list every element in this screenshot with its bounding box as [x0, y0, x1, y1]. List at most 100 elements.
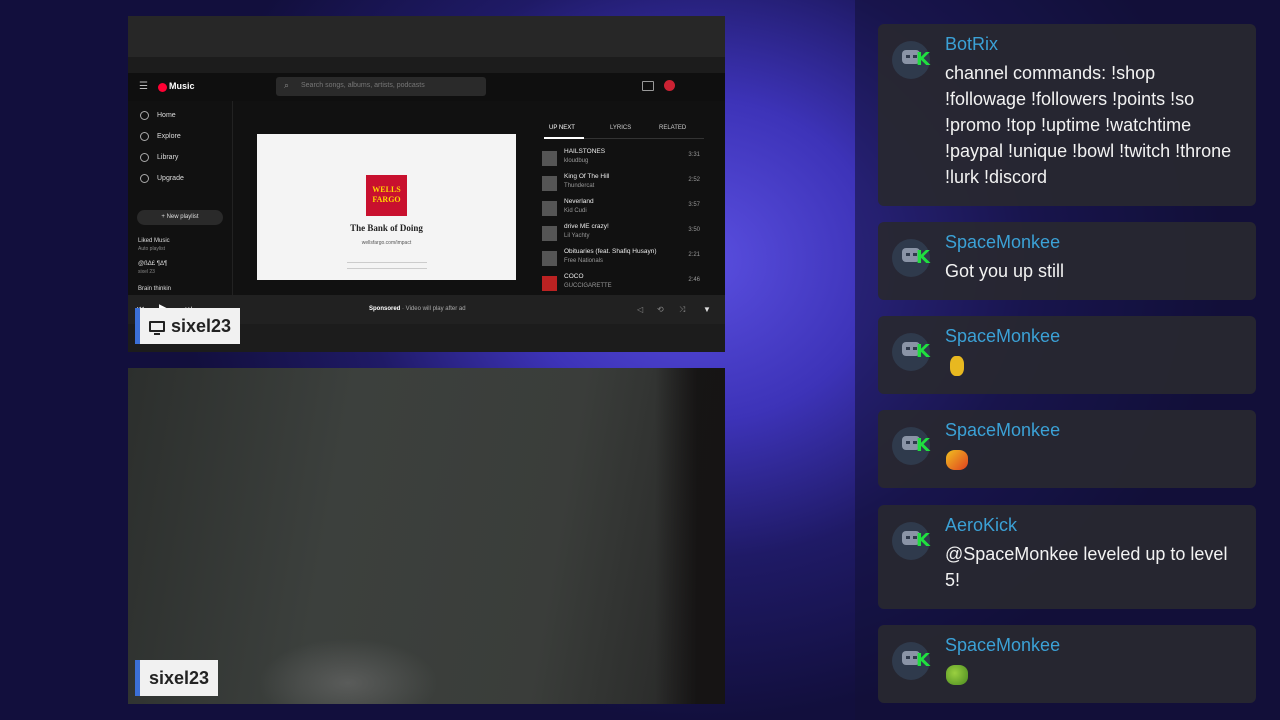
screen-share-panel: ☰ Music ⌕ Search songs, albums, artists,…	[128, 16, 725, 352]
volume-icon[interactable]: ◁	[637, 305, 643, 314]
robot-eye	[906, 536, 910, 539]
tab-up-next[interactable]: UP NEXT	[549, 125, 575, 131]
nav-label: Upgrade	[157, 174, 184, 182]
music-logo-icon	[158, 83, 167, 92]
nav-item-library[interactable]: Library	[140, 150, 178, 164]
new-playlist-button[interactable]: + New playlist	[137, 210, 223, 225]
track-duration: 3:57	[688, 202, 700, 208]
track-title: HAILSTONES	[564, 148, 606, 155]
screen-name-tag: sixel23	[135, 308, 241, 344]
camera-name-tag: sixel23	[135, 660, 219, 696]
nav-label: Explore	[157, 132, 181, 140]
status-text: · Video will play after ad	[400, 306, 466, 312]
screen-name-label: sixel23	[171, 315, 232, 336]
robot-eye	[906, 55, 910, 58]
kick-badge-icon: K	[916, 49, 930, 70]
camera-shadow	[655, 368, 725, 704]
nav-item-upgrade[interactable]: Upgrade	[140, 171, 184, 185]
robot-eye	[906, 253, 910, 256]
kick-badge-icon: K	[916, 435, 930, 456]
chat-username[interactable]: BotRix	[945, 34, 998, 55]
chevron-down-icon[interactable]: ▼	[703, 305, 711, 314]
track-title: King Of The Hill	[564, 173, 610, 180]
track-thumbnail	[542, 276, 557, 291]
frog-emote-icon	[946, 665, 968, 685]
chat-username[interactable]: AeroKick	[945, 515, 1017, 536]
chat-message: K SpaceMonkee	[878, 410, 1256, 488]
track-row[interactable]: COCO GUCCIGARETTE 2:46	[542, 271, 700, 295]
search-icon: ⌕	[284, 80, 290, 90]
track-duration: 3:50	[688, 227, 700, 233]
cast-icon[interactable]	[642, 81, 654, 91]
home-icon	[140, 110, 149, 120]
track-row[interactable]: King Of The Hill Thundercat 2:52	[542, 171, 700, 195]
chat-text: channel commands: !shop !followage !foll…	[945, 63, 1232, 187]
tab-related[interactable]: RELATED	[659, 125, 686, 131]
tab-active-indicator	[544, 137, 584, 139]
track-row[interactable]: drive ME crazy! Lil Yachty 3:50	[542, 221, 700, 245]
track-thumbnail	[542, 176, 557, 191]
sponsored-label: Sponsored	[369, 306, 401, 312]
tab-lyrics[interactable]: LYRICS	[610, 125, 631, 131]
track-row[interactable]: Obituaries (feat. Shafiq Husayn) Free Nat…	[542, 246, 700, 270]
playlist-sub: Auto playlist	[138, 246, 165, 252]
chat-username[interactable]: SpaceMonkee	[945, 326, 1060, 347]
chat-username[interactable]: SpaceMonkee	[945, 635, 1060, 656]
nav-item-home[interactable]: Home	[140, 108, 176, 122]
menu-icon[interactable]: ☰	[139, 81, 148, 92]
track-duration: 2:46	[688, 277, 700, 283]
kick-badge-icon: K	[916, 650, 930, 671]
track-row[interactable]: Neverland Kid Cudi 3:57	[542, 196, 700, 220]
track-title: drive ME crazy!	[564, 223, 609, 230]
music-header: ☰ Music ⌕ Search songs, albums, artists,…	[128, 73, 725, 101]
wells-fargo-logo: WELLS FARGO	[366, 175, 407, 216]
track-artist: kloudbug	[564, 158, 589, 164]
track-duration: 2:21	[688, 252, 700, 258]
nav-item-explore[interactable]: Explore	[140, 129, 181, 143]
shuffle-icon[interactable]: ⤨	[679, 305, 685, 315]
track-duration: 2:52	[688, 177, 700, 183]
chat-message: K SpaceMonkee Got you up still	[878, 222, 1256, 300]
music-logo-text: Music	[169, 81, 195, 91]
track-thumbnail	[542, 201, 557, 216]
track-thumbnail	[542, 151, 557, 166]
search-input[interactable]: ⌕ Search songs, albums, artists, podcast…	[276, 77, 486, 96]
nav-label: Library	[157, 153, 179, 161]
robot-eye	[906, 656, 910, 659]
window-titlebar	[128, 16, 725, 57]
brand-line: FARGO	[372, 195, 401, 204]
library-icon	[140, 152, 149, 162]
robot-eye	[906, 441, 910, 444]
chat-text: Got you up still	[945, 261, 1065, 281]
chat-message: K BotRix channel commands: !shop !follow…	[878, 24, 1256, 206]
avatar[interactable]	[664, 80, 675, 91]
kick-badge-icon: K	[916, 247, 930, 268]
playlist-title[interactable]: Brain thinkin	[138, 286, 171, 292]
banana-emote-icon	[950, 356, 964, 376]
queue-panel: UP NEXT LYRICS RELATED HAILSTONES kloudbu…	[434, 101, 725, 295]
camera-name-label: sixel23	[149, 667, 210, 688]
music-sidebar: Home Explore Library Upgrade + New playl…	[128, 101, 233, 295]
track-title: Neverland	[564, 198, 594, 205]
player-status: Sponsored · Video will play after ad	[369, 306, 466, 312]
track-thumbnail	[542, 226, 557, 241]
track-artist: Free Nationals	[564, 258, 604, 264]
pepe-emote-icon	[946, 450, 968, 470]
playlist-sub: sixel 23	[138, 269, 155, 275]
playlist-title[interactable]: Liked Music	[138, 238, 170, 244]
track-row[interactable]: HAILSTONES kloudbug 3:31	[542, 146, 700, 170]
kick-badge-icon: K	[916, 341, 930, 362]
track-artist: Thundercat	[564, 183, 595, 189]
chat-username[interactable]: SpaceMonkee	[945, 232, 1060, 253]
track-artist: GUCCIGARETTE	[564, 283, 612, 289]
chat-message: K SpaceMonkee	[878, 316, 1256, 394]
kick-badge-icon: K	[916, 530, 930, 551]
upgrade-icon	[140, 173, 149, 183]
monitor-icon	[149, 320, 165, 335]
repeat-icon[interactable]: ⟲	[657, 305, 664, 314]
chat-message: K AeroKick @SpaceMonkee leveled up to le…	[878, 505, 1256, 609]
chat-username[interactable]: SpaceMonkee	[945, 420, 1060, 441]
playlist-title[interactable]: @ßΔ£ ¶Δ¶	[138, 261, 167, 267]
ad-fine-print	[347, 262, 427, 269]
compass-icon	[140, 131, 149, 141]
